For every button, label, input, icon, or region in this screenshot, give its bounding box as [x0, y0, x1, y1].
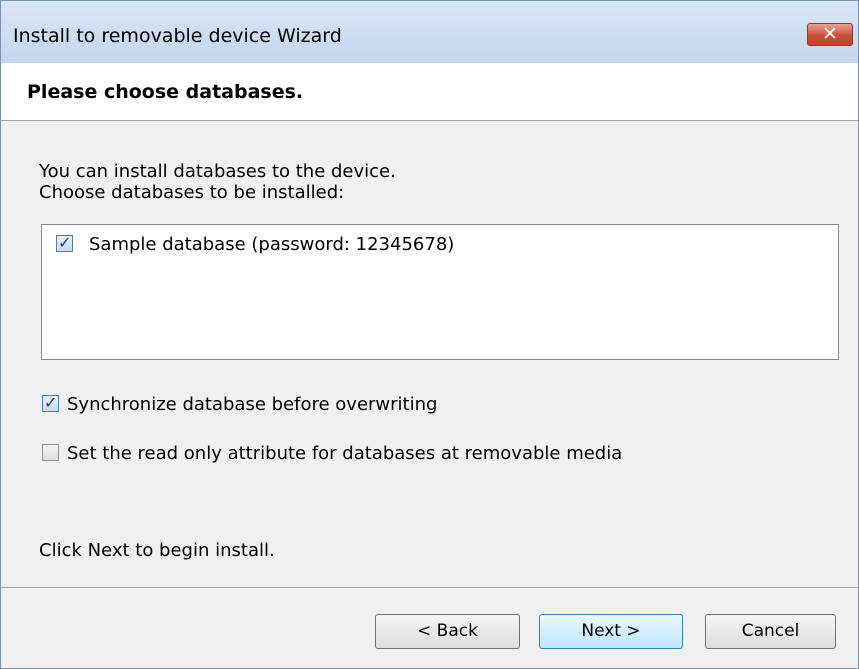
- check-icon: ✓: [44, 393, 58, 412]
- check-icon: ✓: [58, 233, 72, 252]
- synchronize-checkbox[interactable]: ✓: [42, 393, 59, 412]
- synchronize-label: Synchronize database before overwriting: [67, 394, 438, 415]
- wizard-window: Install to removable device Wizard ✕ Ple…: [0, 0, 859, 669]
- footer-divider: [1, 587, 858, 589]
- back-button[interactable]: < Back: [375, 614, 520, 649]
- cancel-button[interactable]: Cancel: [705, 614, 836, 649]
- title-bar[interactable]: Install to removable device Wizard ✕: [1, 1, 858, 63]
- close-icon: ✕: [822, 23, 838, 45]
- read-only-label: Set the read only attribute for database…: [67, 443, 623, 464]
- read-only-checkbox[interactable]: [42, 444, 59, 461]
- intro-line-2: Choose databases to be installed:: [39, 182, 345, 203]
- database-label: Sample database (password: 12345678): [89, 234, 455, 255]
- database-checkbox[interactable]: ✓: [56, 233, 73, 252]
- close-button[interactable]: ✕: [807, 23, 853, 46]
- intro-line-1: You can install databases to the device.: [39, 161, 396, 182]
- next-button[interactable]: Next >: [539, 614, 683, 649]
- footer-instruction: Click Next to begin install.: [39, 540, 275, 561]
- database-list[interactable]: ✓ Sample database (password: 12345678): [41, 224, 839, 360]
- page-title: Please choose databases.: [27, 81, 304, 103]
- window-title: Install to removable device Wizard: [13, 25, 342, 47]
